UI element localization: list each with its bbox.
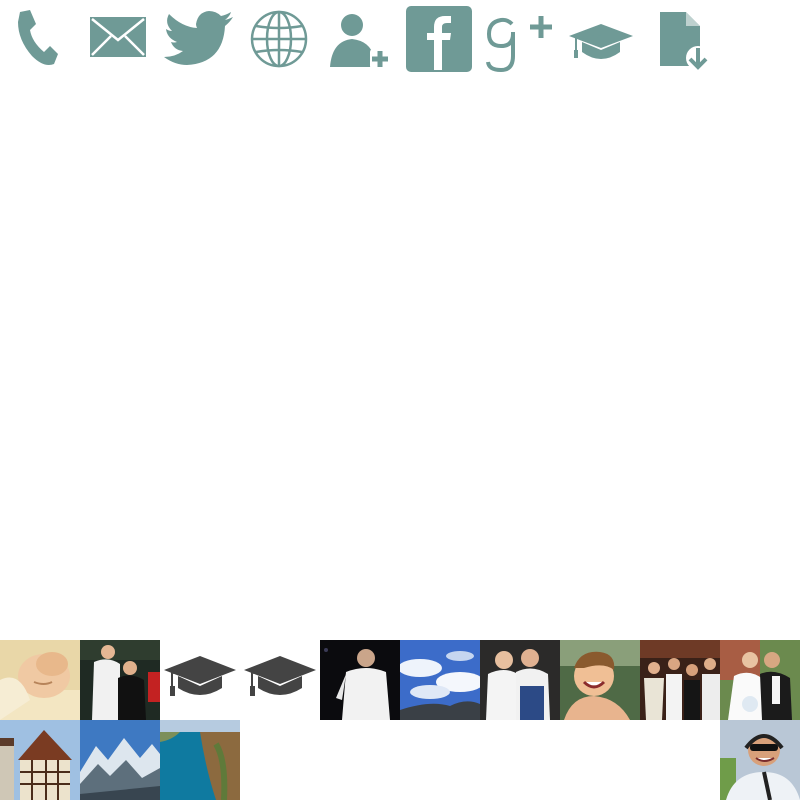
photo-grid xyxy=(0,640,800,800)
photo-smiling-child[interactable] xyxy=(560,640,640,720)
photo-wedding-couple[interactable] xyxy=(720,640,800,720)
photo-two-chefs[interactable] xyxy=(80,640,160,720)
graduation-cap-icon[interactable] xyxy=(568,22,634,62)
contact-icon-bar xyxy=(0,0,800,80)
mail-icon[interactable] xyxy=(89,16,147,58)
facebook-icon[interactable] xyxy=(406,6,472,72)
photo-group-party[interactable] xyxy=(640,640,720,720)
photo-pilot-headset[interactable] xyxy=(720,720,800,800)
phone-icon[interactable] xyxy=(14,8,60,68)
photo-coast-aerial[interactable] xyxy=(160,720,240,800)
photo-baby-sleeping[interactable] xyxy=(0,640,80,720)
photo-man-night[interactable] xyxy=(320,640,400,720)
photo-couple-chefs[interactable] xyxy=(480,640,560,720)
google-plus-icon[interactable] xyxy=(485,14,555,72)
graduation-cap-icon[interactable] xyxy=(160,640,240,720)
twitter-icon[interactable] xyxy=(163,10,235,68)
photo-mountains[interactable] xyxy=(80,720,160,800)
add-contact-icon[interactable] xyxy=(330,11,390,69)
photo-timbered-house[interactable] xyxy=(0,720,80,800)
globe-icon[interactable] xyxy=(249,9,309,69)
graduation-cap-icon[interactable] xyxy=(240,640,320,720)
photo-sky-clouds[interactable] xyxy=(400,640,480,720)
download-document-icon[interactable] xyxy=(660,12,710,70)
